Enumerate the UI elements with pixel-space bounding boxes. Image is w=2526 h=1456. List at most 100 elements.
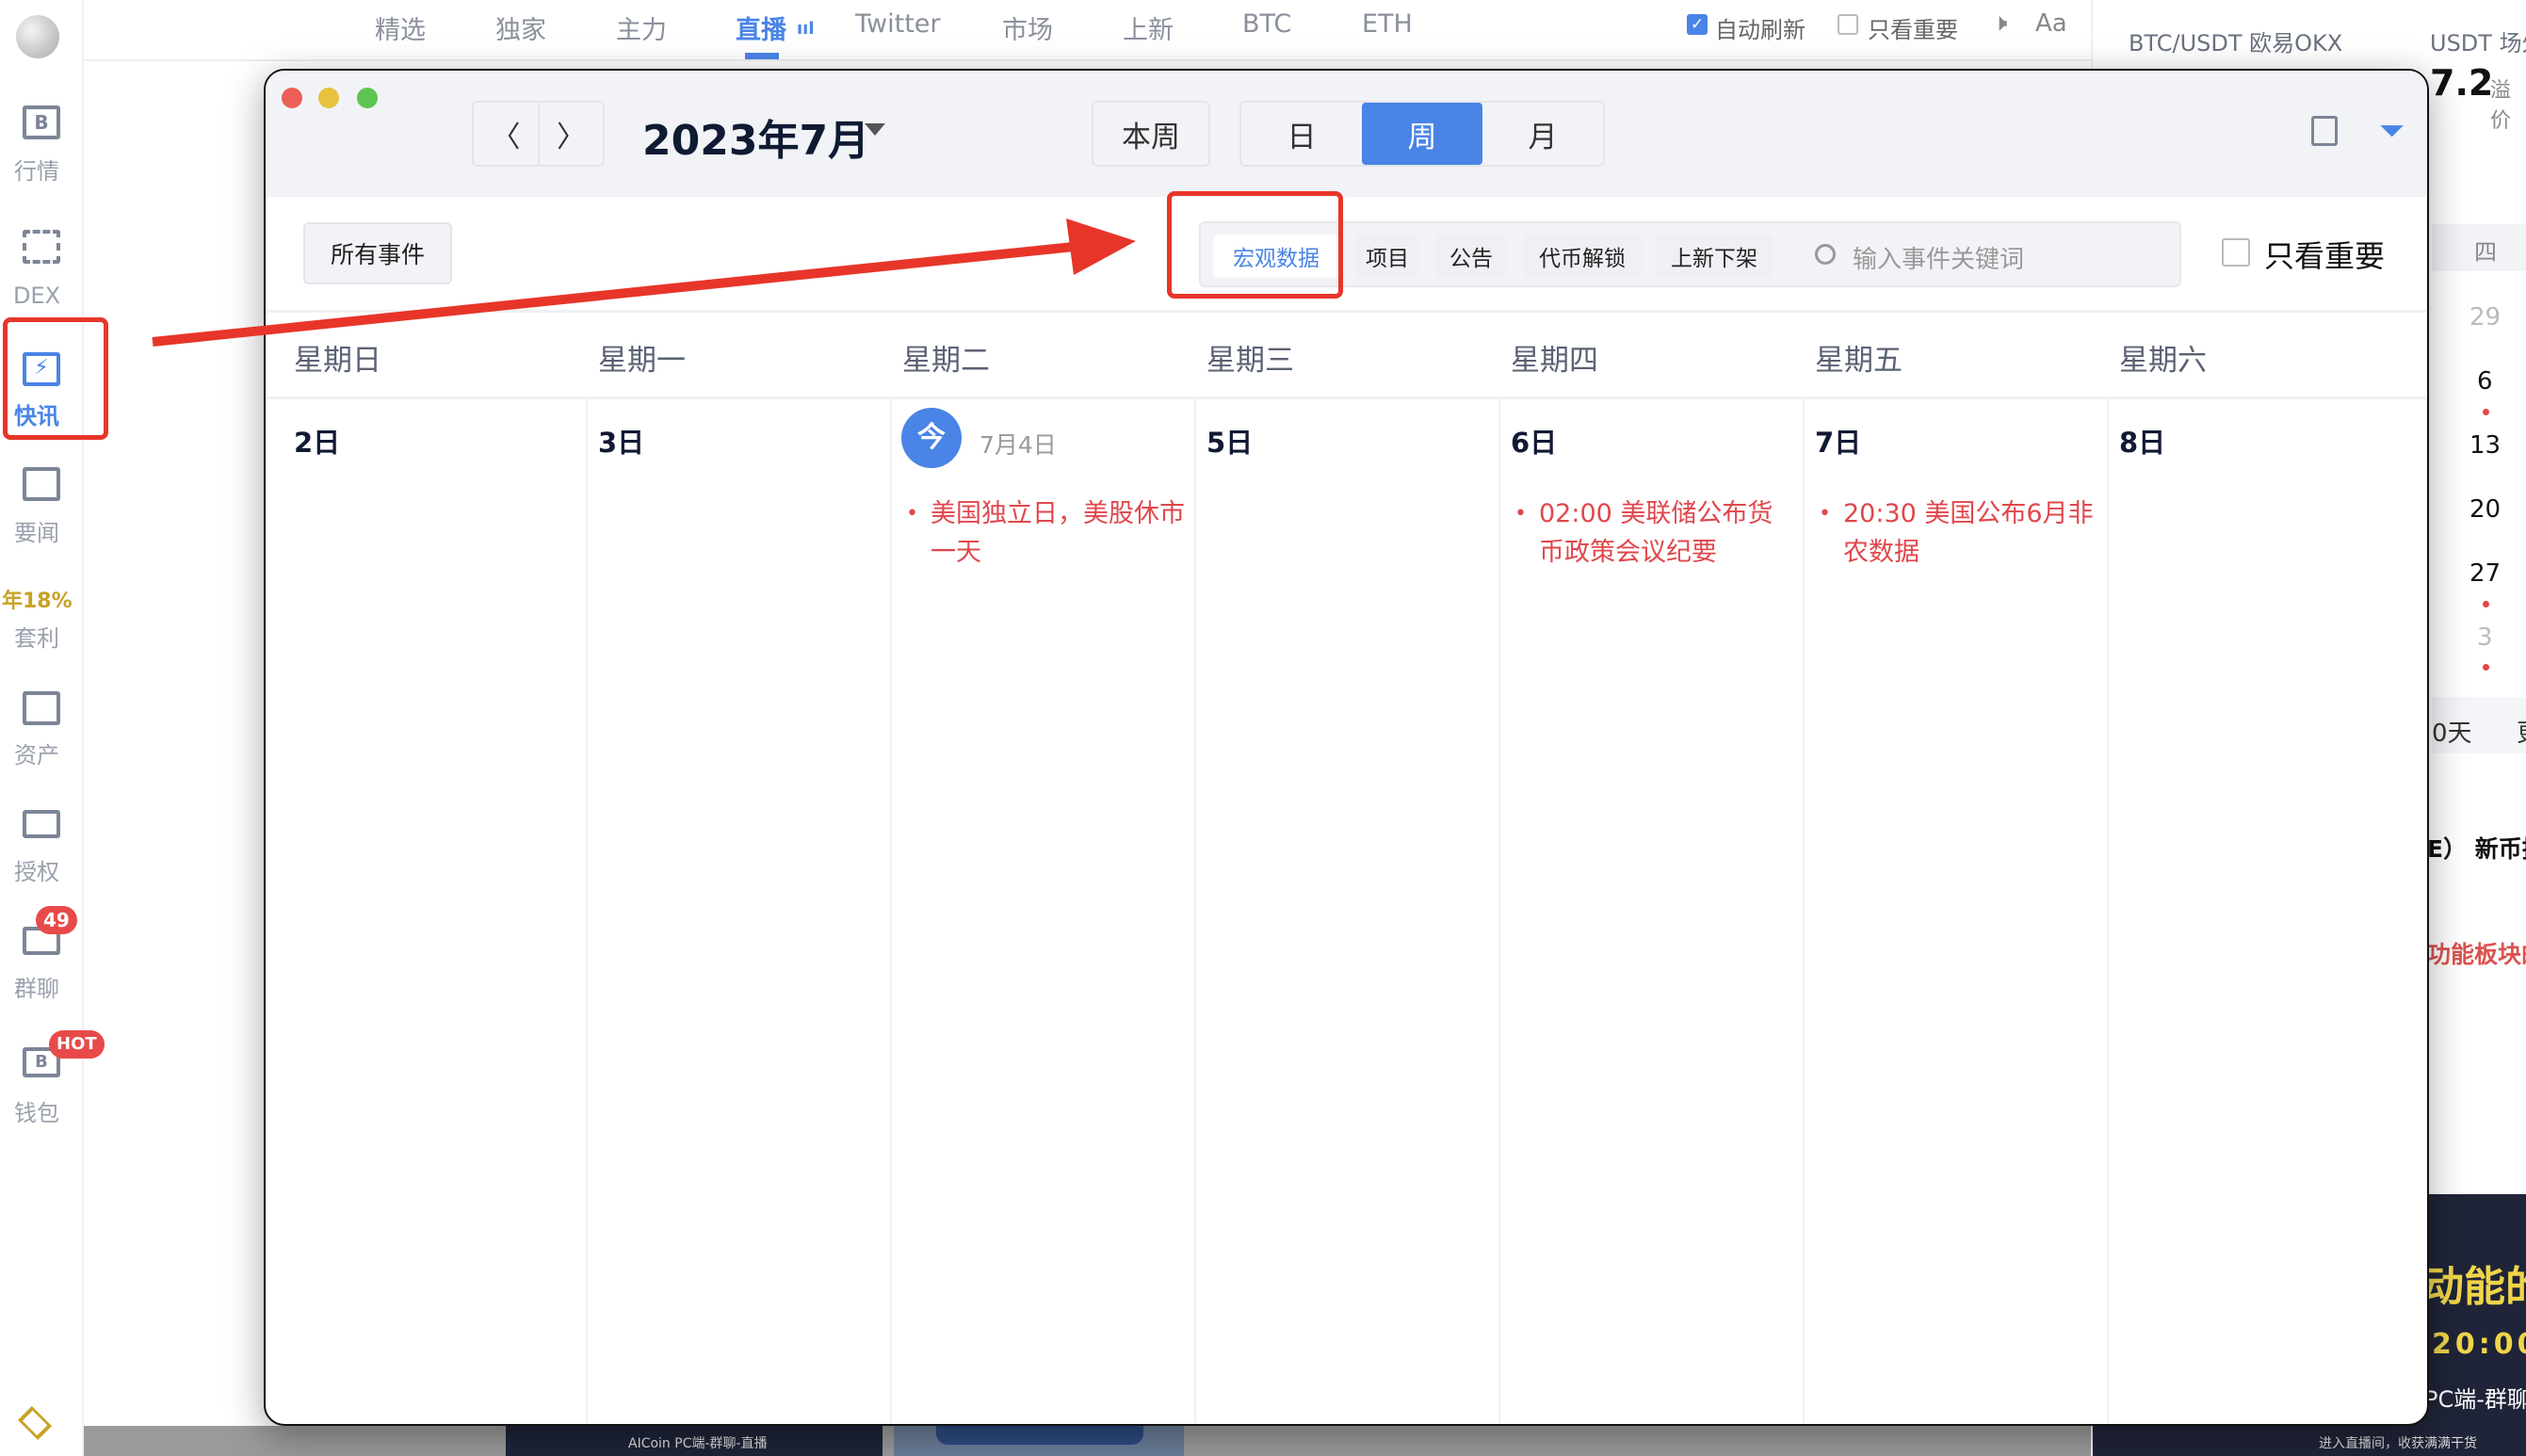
maximize-window-button[interactable] xyxy=(357,88,378,108)
sidebar-item-headlines[interactable]: 要闻 xyxy=(0,514,73,547)
view-month[interactable]: 月 xyxy=(1482,103,1603,165)
minimize-window-button[interactable] xyxy=(318,88,339,108)
sidebar-item-market[interactable]: 行情 xyxy=(0,153,73,186)
annotation-highlight-box xyxy=(1167,191,1343,299)
prev-week-button[interactable]: 〈 xyxy=(472,101,539,167)
sidebar-item-group-chat[interactable]: 群聊 xyxy=(0,970,73,1003)
chevron-right-icon: 〉 xyxy=(557,120,586,154)
tab-eth[interactable]: ETH xyxy=(1362,9,1413,39)
day-cell-date[interactable]: 6日 xyxy=(1511,421,1557,461)
day-cell-date-today[interactable]: 7月4日 xyxy=(980,427,1057,461)
event-search-input[interactable]: 输入事件关键词 xyxy=(1853,240,2024,275)
day-cell-date[interactable]: 7日 xyxy=(1815,421,1861,461)
category-filter-bar: 宏观数据 项目 公告 代币解锁 上新下架 输入事件关键词 xyxy=(1199,221,2181,287)
view-week[interactable]: 周 xyxy=(1362,103,1482,165)
calendar-icon[interactable] xyxy=(2311,116,2338,146)
app-logo[interactable] xyxy=(16,15,59,58)
otc-label[interactable]: USDT 场外 xyxy=(2430,24,2526,57)
weekday-header: 星期四 xyxy=(1511,344,1598,378)
weekday-header: 星期一 xyxy=(598,344,686,378)
filter-icon[interactable]: ⏷ xyxy=(2379,112,2405,150)
news-item[interactable]: E） 新币挖 xyxy=(2427,831,2526,865)
top-nav: 精选 独家 主力 直播 ııl Twitter 市场 上新 BTC ETH ✓ … xyxy=(84,0,2091,61)
calendar-event[interactable]: 20:30 美国公布6月非农数据 xyxy=(1819,494,2097,572)
market-icon[interactable]: B xyxy=(23,105,60,139)
live-thumbnail[interactable]: AICoin PC端-群聊-直播 xyxy=(506,1426,882,1456)
calendar-event[interactable]: 美国独立日，美股休市一天 xyxy=(906,494,1185,572)
month-title[interactable]: 2023年7月 xyxy=(642,106,869,167)
tab-live[interactable]: 直播 xyxy=(736,9,786,46)
mini-cal-header: 四 xyxy=(2474,239,2497,266)
tab-main-force[interactable]: 主力 xyxy=(616,9,667,46)
category-listing-delisting[interactable]: 上新下架 xyxy=(1655,235,1773,278)
view-day[interactable]: 日 xyxy=(1241,103,1362,165)
calendar-event[interactable]: 02:00 美联储公布货币政策会议纪要 xyxy=(1514,494,1793,572)
thumb-caption: AICoin PC端-群聊-直播 xyxy=(628,1436,768,1451)
sidebar: B 行情 DEX ⚡ 快讯 要闻 年18% 套利 资产 授权 49 群聊 B H… xyxy=(0,0,108,1456)
event-calendar-window: 〈 〉 2023年7月 本周 日 周 月 ⏷ 所有事件 宏观数据 项目 公告 代… xyxy=(264,69,2429,1426)
live-bars-icon: ııl xyxy=(797,19,815,39)
mini-cal-day[interactable]: 13 xyxy=(2469,431,2501,460)
day-cell-date[interactable]: 8日 xyxy=(2119,421,2165,461)
month-dropdown-icon[interactable] xyxy=(865,123,885,136)
tab-twitter[interactable]: Twitter xyxy=(855,9,941,39)
mini-cal-day[interactable]: 3 xyxy=(2477,623,2493,652)
news-icon[interactable] xyxy=(23,467,60,501)
auto-refresh-checkbox[interactable]: ✓ xyxy=(1687,14,1708,35)
day-cell-date[interactable]: 3日 xyxy=(598,421,644,461)
live-thumbnail[interactable] xyxy=(894,1426,1184,1456)
important-only-checkbox[interactable] xyxy=(2222,238,2250,267)
wallet-icon[interactable] xyxy=(23,691,60,725)
tab-market[interactable]: 市场 xyxy=(1002,9,1053,46)
sidebar-item-wallet[interactable]: 钱包 xyxy=(0,1094,73,1127)
tab-exclusive[interactable]: 独家 xyxy=(495,9,546,46)
hot-badge: HOT xyxy=(49,1030,105,1059)
next-week-button[interactable]: 〉 xyxy=(538,101,605,167)
weekday-header: 星期六 xyxy=(2119,344,2207,378)
tab-partial[interactable]: 0天 xyxy=(2432,714,2472,749)
tab-btc[interactable]: BTC xyxy=(1242,9,1291,39)
category-announcement[interactable]: 公告 xyxy=(1435,235,1507,278)
sidebar-item-dex[interactable]: DEX xyxy=(0,283,73,309)
all-events-button[interactable]: 所有事件 xyxy=(303,222,452,284)
vip-diamond-icon[interactable] xyxy=(17,1405,53,1441)
day-cell-date[interactable]: 5日 xyxy=(1206,421,1253,461)
speaker-icon[interactable]: 🕨 xyxy=(1992,9,2007,39)
important-only-label[interactable]: 只看重要 xyxy=(2264,233,2385,276)
important-only-label[interactable]: 只看重要 xyxy=(1868,11,1958,44)
arbitrage-promo: 年18% xyxy=(2,590,73,613)
sidebar-item-flash-news[interactable]: 快讯 xyxy=(0,397,73,430)
mini-cal-day[interactable]: 20 xyxy=(2469,495,2501,524)
calendar-toolbar: 〈 〉 2023年7月 本周 日 周 月 ⏷ xyxy=(266,71,2427,197)
price: 7.2 xyxy=(2430,62,2494,104)
search-icon xyxy=(1815,244,1836,265)
weekday-header: 星期三 xyxy=(1206,344,1294,378)
flash-news-icon[interactable]: ⚡ xyxy=(23,352,60,386)
tab-featured[interactable]: 精选 xyxy=(375,9,426,46)
news-item[interactable]: 功能板块的 xyxy=(2427,936,2526,970)
weekday-header: 星期五 xyxy=(1815,344,1903,378)
key-icon[interactable] xyxy=(23,810,60,838)
mini-cal-day[interactable]: 6 xyxy=(2477,367,2493,396)
pair-label[interactable]: BTC/USDT 欧易OKX xyxy=(2129,24,2342,57)
tab-partial-2[interactable]: 更 xyxy=(2517,714,2526,749)
mini-cal-day[interactable]: 27 xyxy=(2469,559,2501,588)
premium-label: 溢价 xyxy=(2490,79,2512,133)
close-window-button[interactable] xyxy=(282,88,302,108)
sidebar-item-assets[interactable]: 资产 xyxy=(0,736,73,769)
font-size-icon[interactable]: Aa xyxy=(2035,9,2067,38)
category-project[interactable]: 项目 xyxy=(1355,235,1419,278)
important-only-checkbox[interactable] xyxy=(1838,14,1858,35)
weekday-header: 星期日 xyxy=(294,344,381,378)
auto-refresh-label[interactable]: 自动刷新 xyxy=(1715,11,1805,44)
mini-cal-day[interactable]: 29 xyxy=(2469,303,2501,332)
category-token-unlock[interactable]: 代币解锁 xyxy=(1523,235,1642,278)
day-cell-date[interactable]: 2日 xyxy=(294,421,340,461)
today-badge: 今 xyxy=(901,408,962,468)
sidebar-item-authorization[interactable]: 授权 xyxy=(0,853,73,886)
chat-badge: 49 xyxy=(36,906,77,934)
sidebar-item-arbitrage[interactable]: 套利 xyxy=(0,620,73,653)
this-week-button[interactable]: 本周 xyxy=(1092,101,1210,167)
tab-new-listings[interactable]: 上新 xyxy=(1123,9,1174,46)
dex-icon[interactable] xyxy=(23,230,60,264)
